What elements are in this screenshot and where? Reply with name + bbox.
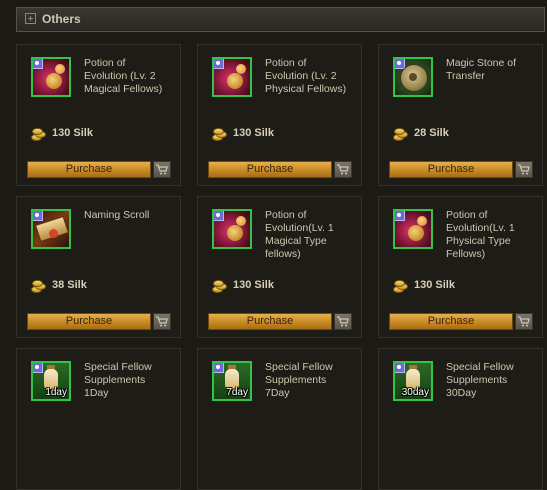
item-grid: Potion of Evolution (Lv. 2 Magical Fellows… [16,44,545,490]
item-card: Potion of Evolution(Lv. 1 Physical Type Fel… [378,196,543,338]
item-name: Magic Stone of Transfer [446,57,517,82]
silk-coin-icon [212,280,227,293]
item-card: 30day Special Fellow Supplements 30Day [378,348,543,490]
purchase-button[interactable]: Purchase [27,161,151,178]
cart-icon[interactable] [153,161,171,178]
silk-coin-icon [393,280,408,293]
purchase-button[interactable]: Purchase [389,161,513,178]
others-section-header[interactable]: Others [16,7,545,32]
purchase-button[interactable]: Purchase [208,313,332,330]
item-name: Naming Scroll [84,209,150,221]
item-card: Potion of Evolution(Lv. 1 Magical Type fell… [197,196,362,338]
item-name: Potion of Evolution(Lv. 1 Magical Type fell… [265,209,334,260]
item-card: 1day Special Fellow Supplements 1Day [16,348,181,490]
expand-icon[interactable] [25,13,36,24]
supplement-icon[interactable]: 7day [212,361,252,401]
cart-icon[interactable] [515,313,533,330]
section-title: Others [42,12,81,26]
silk-coin-icon [31,128,46,141]
item-name: Special Fellow Supplements 1Day [84,361,152,399]
silk-coin-icon [31,280,46,293]
scroll-icon[interactable] [31,209,71,249]
potion-icon[interactable] [31,57,71,97]
supplement-icon[interactable]: 1day [31,361,71,401]
supplement-icon[interactable]: 30day [393,361,433,401]
item-card: 7day Special Fellow Supplements 7Day [197,348,362,490]
item-name: Potion of Evolution (Lv. 2 Physical Fellow… [265,57,347,95]
item-card: Potion of Evolution (Lv. 2 Magical Fellows… [16,44,181,186]
item-name: Special Fellow Supplements 30Day [446,361,514,399]
potion-icon[interactable] [212,57,252,97]
cart-icon[interactable] [515,161,533,178]
purchase-button[interactable]: Purchase [389,313,513,330]
item-card: Potion of Evolution (Lv. 2 Physical Fellow… [197,44,362,186]
potion-icon[interactable] [393,209,433,249]
item-name: Special Fellow Supplements 7Day [265,361,333,399]
item-name: Potion of Evolution(Lv. 1 Physical Type Fel… [446,209,515,260]
silk-coin-icon [393,128,408,141]
potion-icon[interactable] [212,209,252,249]
silk-coin-icon [212,128,227,141]
item-card: Naming Scroll 38 Silk Purchase [16,196,181,338]
cart-icon[interactable] [153,313,171,330]
cart-icon[interactable] [334,161,352,178]
purchase-button[interactable]: Purchase [208,161,332,178]
purchase-button[interactable]: Purchase [27,313,151,330]
item-card: Magic Stone of Transfer 28 Silk Purchase [378,44,543,186]
item-name: Potion of Evolution (Lv. 2 Magical Fellows… [84,57,163,95]
cart-icon[interactable] [334,313,352,330]
magic-stone-icon[interactable] [393,57,433,97]
